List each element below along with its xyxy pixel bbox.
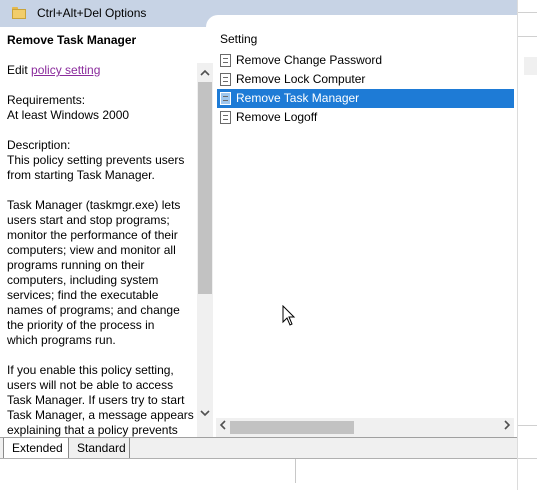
setting-item-label: Remove Task Manager — [236, 91, 360, 105]
settings-horizontal-scrollbar[interactable] — [216, 418, 514, 437]
description-line: which programs run. — [7, 333, 116, 347]
setting-item[interactable]: Remove Change Password — [217, 51, 514, 70]
description-line: users will not be able to access — [7, 378, 174, 392]
setting-item-label: Remove Change Password — [236, 53, 383, 67]
requirements-label: Requirements: — [7, 93, 86, 107]
setting-column-header[interactable]: Setting — [220, 32, 257, 46]
setting-heading: Remove Task Manager — [7, 33, 137, 47]
description-line: monitor the performance of their — [7, 228, 178, 242]
policy-setting-icon — [220, 111, 231, 124]
tab-extended[interactable]: Extended — [3, 438, 69, 459]
setting-item-label: Remove Logoff — [236, 110, 318, 124]
policy-setting-link[interactable]: policy setting — [31, 63, 100, 77]
chevron-up-icon[interactable] — [197, 65, 213, 81]
status-bar — [0, 459, 517, 483]
chevron-left-icon[interactable] — [216, 419, 230, 436]
description-line: This policy setting prevents users — [7, 153, 185, 167]
description-label: Description: — [7, 138, 71, 152]
description-line: Task Manager (taskmgr.exe) lets — [7, 198, 181, 212]
chevron-right-icon[interactable] — [500, 419, 514, 436]
chevron-down-icon[interactable] — [197, 405, 213, 421]
policy-setting-icon — [220, 54, 231, 67]
setting-item[interactable]: Remove Lock Computer — [217, 70, 514, 89]
description-line — [7, 348, 195, 363]
tab-standard[interactable]: Standard — [68, 438, 130, 459]
description-line: programs running on their — [7, 258, 145, 272]
description-line: computers, including system — [7, 273, 159, 287]
vertical-scroll-thumb[interactable] — [198, 82, 212, 294]
mouse-cursor-icon — [282, 305, 296, 326]
description-line: from starting Task Manager. — [7, 168, 155, 182]
description-line: users start and stop programs; — [7, 213, 170, 227]
gpedit-window: Ctrl+Alt+Del Options Remove Task Manager… — [0, 0, 517, 483]
settings-list: Remove Change Password Remove Lock Comput… — [217, 51, 514, 127]
background-window-edge — [517, 0, 537, 490]
description-line: names of programs; and change — [7, 303, 180, 317]
edit-line: Edit policy setting — [7, 63, 195, 78]
description-line: computers; view and monitor all — [7, 243, 176, 257]
category-title: Ctrl+Alt+Del Options — [37, 6, 147, 20]
folder-icon — [12, 7, 26, 19]
policy-setting-icon — [220, 73, 231, 86]
horizontal-scroll-thumb[interactable] — [230, 421, 354, 434]
description-pane: Remove Task Manager Edit policy setting … — [0, 27, 197, 437]
edit-prefix: Edit — [7, 63, 32, 77]
description-line: Task Manager, a message appears — [7, 408, 194, 422]
description-line: Task Manager. If users try to start — [7, 393, 185, 407]
description-vertical-scrollbar[interactable] — [197, 63, 213, 437]
setting-item[interactable]: Remove Logoff — [217, 108, 514, 127]
description-line: explaining that a policy prevents — [7, 423, 178, 437]
description-line: If you enable this policy setting, — [7, 363, 174, 377]
description-line: services; find the executable — [7, 288, 159, 302]
description-text: This policy setting prevents users from s… — [7, 153, 195, 437]
setting-item[interactable]: Remove Task Manager — [217, 89, 514, 108]
description-line — [7, 183, 195, 198]
description-line: the priority of the process in — [7, 318, 155, 332]
status-bar-divider — [295, 459, 296, 483]
policy-setting-icon — [220, 92, 231, 105]
requirements-value: At least Windows 2000 — [7, 108, 130, 122]
setting-item-label: Remove Lock Computer — [236, 72, 366, 86]
